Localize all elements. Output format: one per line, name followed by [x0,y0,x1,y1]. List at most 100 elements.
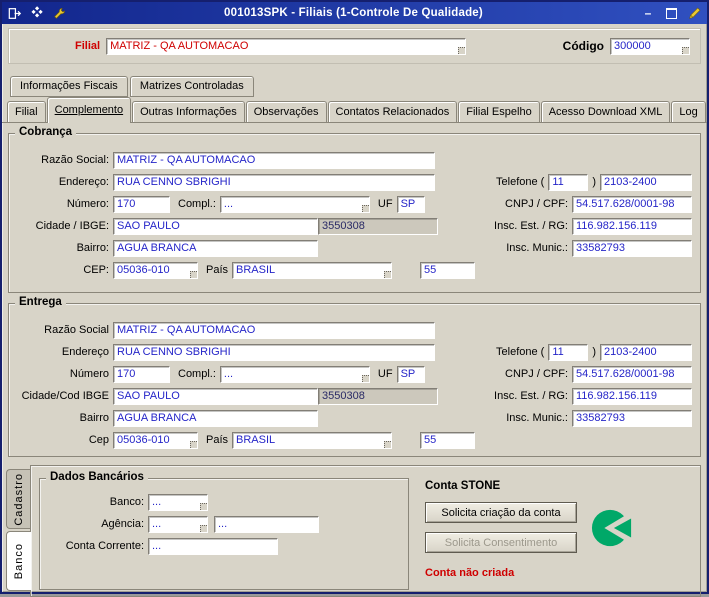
uf-label: UF [377,198,393,210]
wrench-icon[interactable] [51,6,67,21]
cobranca-complemento-field[interactable]: ... [219,195,370,213]
cobranca-numero-field[interactable]: 170 [113,195,170,213]
cobranca-endereco-field[interactable]: RUA CENNO SBRIGHI [113,173,435,191]
ibge-value: 3550308 [322,220,365,232]
cobranca-inscest-group: Insc. Est. / RG: 116.982.156.119 [454,217,692,235]
filial-field[interactable]: MATRIZ - QA AUTOMACAO [106,37,467,55]
agencia-value: ... [152,518,162,530]
entrega-bairro-field[interactable]: AGUA BRANCA [113,409,318,427]
entrega-cep-row: Cep 05036-010 País BRASIL 55 [9,429,700,451]
entrega-ddd-field[interactable]: 11 [548,343,589,361]
cobranca-inscmun-group: Insc. Munic.: 33582793 [454,239,692,257]
entrega-cnpj-group: CNPJ / CPF: 54.517.628/0001-98 [454,365,692,383]
entrega-cidade-field[interactable]: SAO PAULO [113,387,318,405]
entrega-cnpj-field[interactable]: 54.517.628/0001-98 [572,365,692,383]
insc-mun-label: Insc. Munic.: [506,412,568,424]
entrega-complemento-field[interactable]: ... [219,365,370,383]
solicita-consentimento-button[interactable]: Solicita Consentimento [425,532,577,553]
entrega-ddi-field[interactable]: 55 [420,431,476,449]
entrega-insc-est-field[interactable]: 116.982.156.119 [572,387,692,405]
entrega-cidade-row: Cidade/Cod IBGE SAO PAULO 3550308 Insc. … [9,385,700,407]
solicita-criacao-button[interactable]: Solicita criação da conta [425,502,577,523]
cobranca-ddi-field[interactable]: 55 [420,261,476,279]
bairro-value: AGUA BRANCA [117,242,197,254]
entrega-numero-field[interactable]: 170 [113,365,170,383]
entrega-endereco-field[interactable]: RUA CENNO SBRIGHI [113,343,435,361]
lookup-corner-icon [458,46,466,54]
complemento-label: Compl.: [178,368,216,380]
maximize-button[interactable] [663,6,679,20]
lookup-corner-icon [361,204,369,212]
ddd-value: 11 [552,346,564,358]
lookup-corner-icon [190,440,197,448]
bairro-value: AGUA BRANCA [117,412,197,424]
top-tab-strip: Informações Fiscais Matrizes Controladas [10,76,707,97]
side-tab-banco[interactable]: Banco [6,531,31,591]
cobranca-cidade-row: Cidade / IBGE: SAO PAULO 3550308 Insc. E… [9,215,700,237]
banco-row: Banco: ... [40,491,408,513]
title-bar: 001013SPK - Filiais (1-Controle De Quali… [2,2,707,24]
razao-social-value: MATRIZ - QA AUTOMACAO [117,324,256,336]
cobranca-uf-field[interactable]: SP [396,195,425,213]
cobranca-cnpj-group: CNPJ / CPF: 54.517.628/0001-98 [454,195,692,213]
complemento-value: ... [223,198,234,210]
codigo-value: 300000 [614,40,651,52]
tab-filial-espelho[interactable]: Filial Espelho [458,101,540,122]
entrega-cep-field[interactable]: 05036-010 [113,431,198,449]
telefone-label: Telefone ( [496,176,545,188]
cobranca-cidade-field[interactable]: SAO PAULO [113,217,318,235]
tab-contatos-relacionados[interactable]: Contatos Relacionados [327,101,458,122]
edit-pencil-icon[interactable] [686,6,702,20]
side-tab-cadastro[interactable]: Cadastro [6,469,30,529]
main-tab-strip: Filial Complemento Outras Informações Ob… [2,97,707,123]
insc-mun-label: Insc. Munic.: [506,242,568,254]
agencia-field[interactable]: ... [148,515,208,533]
entrega-telefone-field[interactable]: 2103-2400 [600,343,692,361]
cnpj-label: CNPJ / CPF: [505,368,568,380]
tab-acesso-download-xml[interactable]: Acesso Download XML [540,101,671,122]
cobranca-pais-field[interactable]: BRASIL [232,261,393,279]
entrega-pais-field[interactable]: BRASIL [232,431,393,449]
complemento-value: ... [223,368,234,380]
cobranca-numero-row: Número: 170 Compl.: ... UF SP CNPJ / CPF… [9,193,700,215]
cobranca-cep-row: CEP: 05036-010 País BRASIL 55 [9,259,700,281]
tab-informacoes-fiscais[interactable]: Informações Fiscais [10,76,128,97]
tab-log[interactable]: Log [671,101,706,122]
cobranca-telefone-field[interactable]: 2103-2400 [600,173,692,191]
minimize-button[interactable]: – [640,6,656,20]
tab-observacoes[interactable]: Observações [245,101,327,122]
banco-label: Banco: [109,496,144,508]
agencia-desc-field[interactable]: ... [214,515,319,533]
entrega-inscest-group: Insc. Est. / RG: 116.982.156.119 [454,387,692,405]
exit-icon[interactable] [7,6,23,21]
insc-est-label: Insc. Est. / RG: [494,220,568,232]
cobranca-razao-social-field[interactable]: MATRIZ - QA AUTOMACAO [113,151,435,169]
titlebar-icons [7,6,67,21]
banco-value: ... [152,496,162,508]
entrega-group: Entrega Razão Social MATRIZ - QA AUTOMAC… [8,296,701,457]
entrega-razao-social-field[interactable]: MATRIZ - QA AUTOMACAO [113,321,435,339]
cobranca-cep-field[interactable]: 05036-010 [113,261,198,279]
tab-complemento[interactable]: Complemento [46,97,132,123]
filial-value: MATRIZ - QA AUTOMACAO [110,40,249,52]
codigo-field[interactable]: 300000 [610,37,690,55]
cobranca-ddd-field[interactable]: 11 [548,173,589,191]
cobranca-bairro-field[interactable]: AGUA BRANCA [113,239,318,257]
tab-outras-informacoes[interactable]: Outras Informações [132,101,245,122]
entrega-telefone-group: Telefone ( 11 ) 2103-2400 [454,343,692,361]
entrega-numero-row: Número 170 Compl.: ... UF SP CNPJ / CPF:… [9,363,700,385]
cobranca-insc-mun-field[interactable]: 33582793 [572,239,692,257]
tab-filial[interactable]: Filial [7,101,46,122]
cobranca-cnpj-field[interactable]: 54.517.628/0001-98 [572,195,692,213]
cobranca-telefone-group: Telefone ( 11 ) 2103-2400 [454,173,692,191]
banco-field[interactable]: ... [148,493,208,511]
entrega-insc-mun-field[interactable]: 33582793 [572,409,692,427]
conta-corrente-field[interactable]: ... [148,537,278,555]
tab-matrizes-controladas[interactable]: Matrizes Controladas [129,76,254,97]
banco-tab-panel: Dados Bancários Banco: ... Agência: ... … [30,465,701,597]
lookup-corner-icon [190,270,197,278]
cobranca-insc-est-field[interactable]: 116.982.156.119 [572,217,692,235]
side-tab-banco-label: Banco [13,542,25,580]
entrega-uf-field[interactable]: SP [396,365,425,383]
entrega-group-title: Entrega [15,296,66,308]
